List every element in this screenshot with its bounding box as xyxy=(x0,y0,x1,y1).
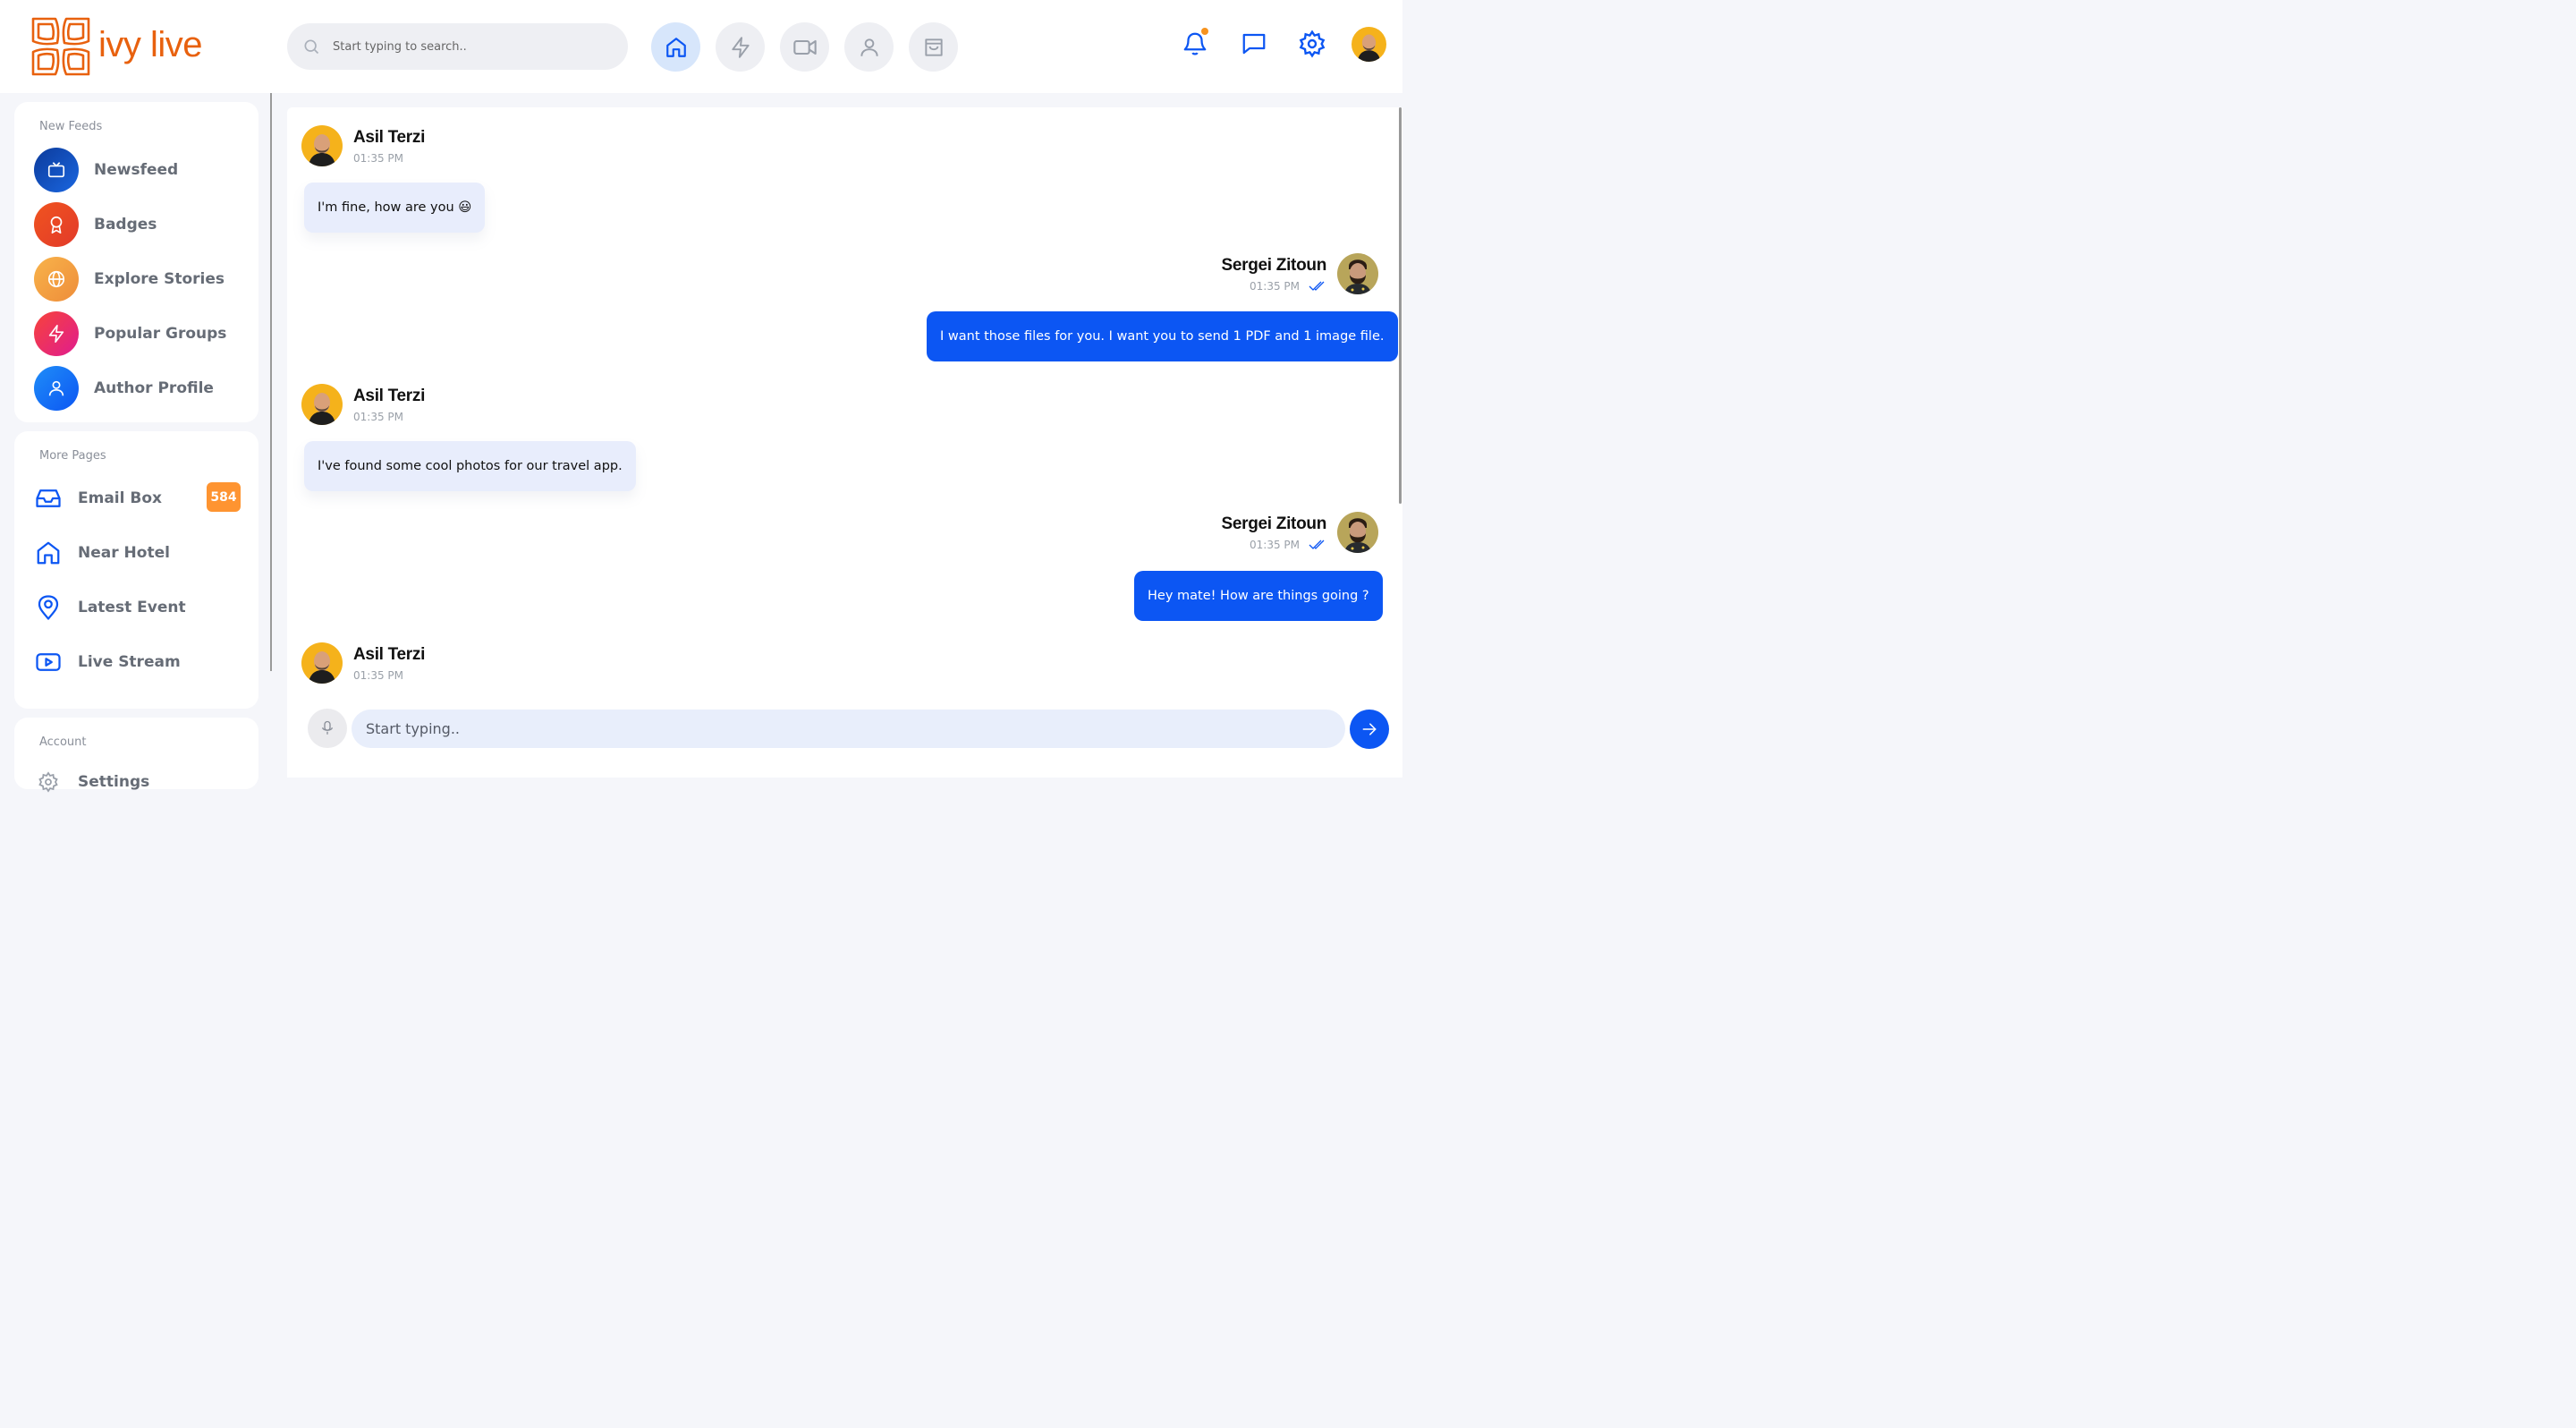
email-count-badge: 584 xyxy=(207,482,241,512)
user-icon xyxy=(860,38,878,56)
incoming-message-bubble: I've found some cool photos for our trav… xyxy=(304,441,636,491)
home-icon xyxy=(665,37,686,57)
author-name: Asil Terzi xyxy=(353,386,426,405)
message-header: Sergei Zitoun 01:35 PM xyxy=(1221,512,1378,553)
search-bar[interactable] xyxy=(287,23,628,70)
sidebar-item-explore-stories[interactable]: Explore Stories xyxy=(34,257,225,302)
user-icon xyxy=(48,380,64,396)
message-time: 01:35 PM xyxy=(353,410,403,423)
sidebar-item-label: Settings xyxy=(78,773,150,791)
sidebar-item-label: Newsfeed xyxy=(94,161,179,179)
account-title: Account xyxy=(39,735,87,749)
nav-user-button[interactable] xyxy=(844,22,894,72)
user-avatar[interactable] xyxy=(1352,27,1386,62)
ivy-logo-icon xyxy=(31,17,90,76)
avatar[interactable] xyxy=(1337,512,1378,553)
message-header: Sergei Zitoun 01:35 PM xyxy=(1221,253,1378,294)
avatar[interactable] xyxy=(301,642,343,684)
nav-video-button[interactable] xyxy=(780,22,829,72)
sidebar-item-label: Email Box xyxy=(78,489,162,507)
youtube-icon xyxy=(36,653,61,671)
nav-lightning-button[interactable] xyxy=(716,22,765,72)
gear-icon xyxy=(38,771,58,793)
outgoing-message-bubble: I want those files for you. I want you t… xyxy=(927,311,1398,361)
sidebar-item-live-stream[interactable]: Live Stream xyxy=(34,648,181,676)
double-check-icon xyxy=(1309,540,1325,549)
double-check-icon xyxy=(1309,281,1325,291)
account-card: Account Settings xyxy=(14,718,258,793)
video-icon xyxy=(792,39,817,55)
notification-dot xyxy=(1201,28,1208,35)
lightning-icon xyxy=(48,325,64,343)
author-name: Sergei Zitoun xyxy=(1221,255,1327,275)
sidebar-item-label: Badges xyxy=(94,216,157,234)
author-name: Sergei Zitoun xyxy=(1221,514,1327,533)
author-name: Asil Terzi xyxy=(353,127,426,147)
inbox-icon xyxy=(36,489,61,507)
lightning-icon xyxy=(731,36,750,58)
message-time: 01:35 PM xyxy=(1250,538,1300,551)
message-input[interactable] xyxy=(366,720,1314,737)
more-pages-title: More Pages xyxy=(39,449,106,463)
new-feeds-card: New Feeds Newsfeed Badges Explore Storie… xyxy=(14,102,258,422)
tv-icon xyxy=(47,162,65,178)
sidebar-item-newsfeed[interactable]: Newsfeed xyxy=(34,148,178,192)
voice-record-button[interactable] xyxy=(308,709,347,748)
home-icon xyxy=(37,541,60,565)
message-header: Asil Terzi 01:35 PM xyxy=(301,125,425,166)
sidebar-item-label: Explore Stories xyxy=(94,270,225,288)
message-header: Asil Terzi 01:35 PM xyxy=(301,384,425,425)
sidebar-item-label: Live Stream xyxy=(78,653,181,671)
search-icon xyxy=(304,39,319,55)
notifications-button[interactable] xyxy=(1179,28,1211,60)
messages-button[interactable] xyxy=(1238,28,1270,60)
sidebar-item-label: Popular Groups xyxy=(94,325,227,343)
settings-button[interactable] xyxy=(1296,28,1328,60)
globe-icon xyxy=(47,270,65,288)
nav-home-button[interactable] xyxy=(651,22,700,72)
sidebar-item-popular-groups[interactable]: Popular Groups xyxy=(34,311,226,356)
nav-shop-button[interactable] xyxy=(909,22,958,72)
microphone-icon xyxy=(322,720,333,735)
sidebar-item-near-hotel[interactable]: Near Hotel xyxy=(34,539,170,567)
sidebar-item-settings[interactable]: Settings xyxy=(34,768,149,796)
sidebar-divider xyxy=(270,93,272,671)
arrow-right-icon xyxy=(1362,723,1377,735)
message-time: 01:35 PM xyxy=(353,151,403,165)
gear-icon xyxy=(1299,30,1326,58)
avatar[interactable] xyxy=(301,384,343,425)
brand-logo[interactable]: ivy live xyxy=(30,16,203,77)
new-feeds-title: New Feeds xyxy=(39,120,103,133)
incoming-message-bubble: I'm fine, how are you 😃 xyxy=(304,183,486,233)
chat-scrollbar[interactable] xyxy=(1399,107,1402,504)
sidebar-item-label: Author Profile xyxy=(94,379,214,397)
outgoing-message-bubble: Hey mate! How are things going ? xyxy=(1134,571,1383,621)
chat-icon xyxy=(1242,33,1266,55)
sidebar-item-author-profile[interactable]: Author Profile xyxy=(34,366,214,411)
send-button[interactable] xyxy=(1350,710,1389,749)
message-time: 01:35 PM xyxy=(353,668,403,682)
avatar[interactable] xyxy=(1337,253,1378,294)
more-pages-card: More Pages Email Box Near Hotel Latest E… xyxy=(14,431,258,709)
message-composer[interactable] xyxy=(352,710,1345,748)
message-header: Asil Terzi 01:35 PM xyxy=(301,642,425,684)
brand-name: ivy live xyxy=(98,25,203,64)
sidebar-item-label: Near Hotel xyxy=(78,544,170,562)
message-time: 01:35 PM xyxy=(1250,279,1300,293)
sidebar-item-latest-event[interactable]: Latest Event xyxy=(34,593,186,622)
avatar[interactable] xyxy=(301,125,343,166)
map-pin-icon xyxy=(38,595,59,620)
author-name: Asil Terzi xyxy=(353,644,426,664)
sidebar-item-label: Latest Event xyxy=(78,599,186,616)
top-header: ivy live xyxy=(0,0,1402,93)
badge-icon xyxy=(50,216,63,234)
shopping-bag-icon xyxy=(924,38,943,56)
search-input[interactable] xyxy=(333,39,601,54)
sidebar-item-email-box[interactable]: Email Box xyxy=(34,484,162,513)
sidebar-item-badges[interactable]: Badges xyxy=(34,202,157,247)
